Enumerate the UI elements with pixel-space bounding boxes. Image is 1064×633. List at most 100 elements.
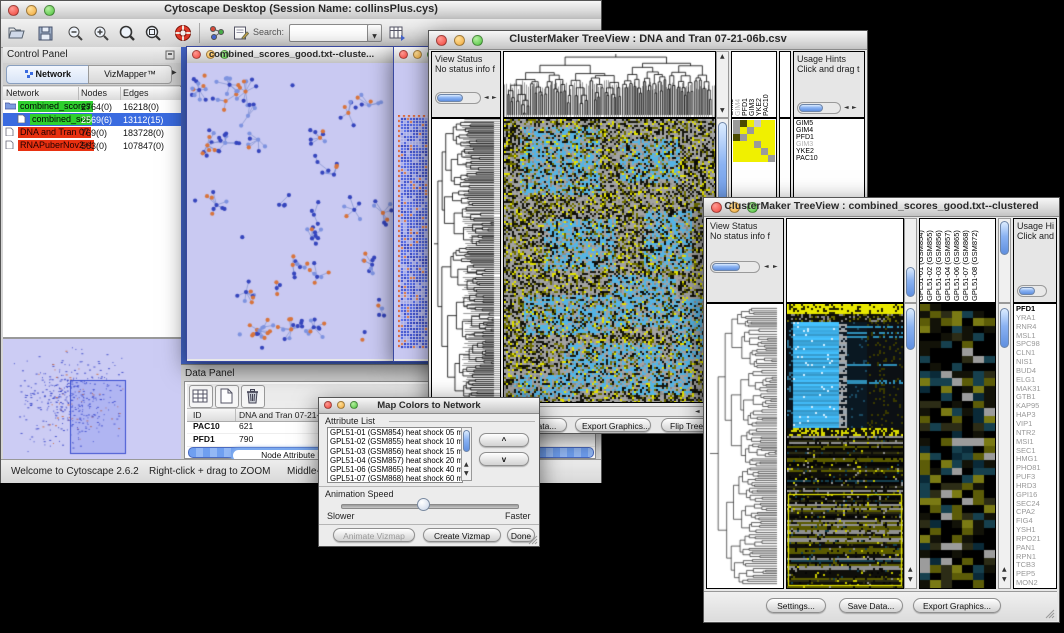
tv1-column-dendrogram[interactable] bbox=[504, 52, 715, 117]
network-tree-row[interactable]: combined_sco2569(6)13112(15) bbox=[3, 113, 181, 126]
network-window-titlebar[interactable]: combined_scores_good.txt--cluste... bbox=[187, 47, 396, 64]
tv1-column-label: PAC10 bbox=[762, 56, 771, 116]
minimize-button[interactable] bbox=[413, 50, 422, 59]
network-view-canvas[interactable] bbox=[187, 63, 394, 359]
col-network[interactable]: Network bbox=[6, 88, 39, 98]
attribute-list-item[interactable]: GPL51-07 (GSM868) heat shock 60 min bbox=[328, 474, 462, 483]
main-titlebar[interactable]: Cytoscape Desktop (Session Name: collins… bbox=[1, 1, 601, 20]
new-attribute-button[interactable] bbox=[215, 385, 239, 408]
close-button[interactable] bbox=[399, 50, 408, 59]
scroll-left-icon[interactable]: ◄ bbox=[764, 264, 769, 270]
tab-vizmapper[interactable]: VizMapper™ bbox=[88, 65, 172, 84]
tv2-vscrollbar2[interactable]: ▲ ▼ bbox=[998, 303, 1011, 589]
heatmap-cell bbox=[761, 127, 768, 134]
tab-vizmapper-label: VizMapper™ bbox=[104, 69, 156, 79]
trash-icon bbox=[246, 388, 259, 404]
float-panel-icon[interactable] bbox=[165, 50, 175, 60]
zoom-fit-button[interactable] bbox=[141, 22, 165, 44]
network-tree-row[interactable]: RNAPuberNov2+!563(0)107847(0) bbox=[3, 139, 181, 152]
network-overview-canvas[interactable] bbox=[4, 340, 180, 459]
vizmap-button[interactable] bbox=[205, 22, 229, 44]
scroll-left-icon[interactable]: ◄ bbox=[484, 95, 489, 101]
scroll-right-icon[interactable]: ► bbox=[852, 105, 857, 111]
tv1-gene-label[interactable]: GIM4 bbox=[794, 127, 864, 134]
attribute-list-scrollbar[interactable]: ▲ ▼ bbox=[461, 427, 472, 481]
tv2-save-data-button[interactable]: Save Data... bbox=[839, 598, 903, 613]
scroll-left-icon[interactable]: ◄ bbox=[844, 105, 849, 111]
animation-speed-slider-track[interactable] bbox=[341, 504, 519, 509]
search-dropdown-button[interactable]: ▼ bbox=[367, 24, 382, 42]
resize-grip-icon[interactable] bbox=[1044, 608, 1055, 619]
heatmap-cell bbox=[740, 155, 747, 162]
tv1-gene-label[interactable]: YKE2 bbox=[794, 148, 864, 155]
attribute-listbox[interactable]: GPL51-01 (GSM854) heat shock 05 minGPL51… bbox=[327, 427, 463, 483]
zoom-in-button[interactable] bbox=[89, 22, 113, 44]
select-attributes-button[interactable] bbox=[189, 385, 213, 408]
network-view-window: combined_scores_good.txt--cluste... bbox=[186, 46, 397, 362]
save-session-button[interactable] bbox=[33, 22, 57, 44]
tv2-row-dendrogram[interactable] bbox=[707, 304, 783, 588]
tv1-gene-label[interactable]: PAC10 bbox=[794, 155, 864, 162]
col-edges[interactable]: Edges bbox=[123, 88, 149, 98]
open-file-button[interactable] bbox=[5, 22, 29, 44]
delete-attribute-button[interactable] bbox=[241, 385, 265, 408]
tv1-top-scroll-strip[interactable]: ▲ ▼ bbox=[716, 51, 729, 118]
datapanel-col-id[interactable]: ID bbox=[193, 410, 202, 420]
gene-id: PFD1 bbox=[193, 434, 215, 444]
attribute-list-item[interactable]: GPL51-04 (GSM857) heat shock 20 min bbox=[328, 456, 462, 465]
tv1-export-graphics-button[interactable]: Export Graphics... bbox=[575, 418, 651, 432]
tv2-column-label: GPL51-06 (GSM865) bbox=[952, 218, 961, 301]
col-nodes[interactable]: Nodes bbox=[81, 88, 107, 98]
tv1-global-heatmap[interactable] bbox=[504, 119, 715, 402]
treeview2-titlebar[interactable]: ClusterMaker TreeView : combined_scores_… bbox=[704, 198, 1059, 217]
tv2-global-heatmap[interactable] bbox=[787, 304, 903, 588]
tv1-gene-label[interactable]: GIM3 bbox=[794, 141, 864, 148]
tv1-gene-label[interactable]: PFD1 bbox=[794, 134, 864, 141]
tv1-usage-hints-panel: Usage Hints Click and drag t ◄ ► bbox=[793, 51, 865, 118]
animation-speed-slider-thumb[interactable] bbox=[417, 498, 430, 511]
attribute-list-item[interactable]: GPL51-01 (GSM854) heat shock 05 min bbox=[328, 428, 462, 437]
attribute-list-item[interactable]: GPL51-02 (GSM855) heat shock 10 min bbox=[328, 437, 462, 446]
attribute-list-item[interactable]: GPL51-03 (GSM856) heat shock 15 min bbox=[328, 447, 462, 456]
tv2-export-graphics-button[interactable]: Export Graphics... bbox=[913, 598, 1001, 613]
tv2-top-scrollbar2[interactable] bbox=[998, 218, 1011, 303]
tv2-vscrollbar[interactable]: ▲ ▼ bbox=[904, 303, 917, 589]
search-input[interactable] bbox=[289, 24, 369, 42]
network-tree-row[interactable]: DNA and Tran 07769(0)183728(0) bbox=[3, 126, 181, 139]
treeview1-titlebar[interactable]: ClusterMaker TreeView : DNA and Tran 07-… bbox=[429, 31, 867, 50]
animate-vizmap-button[interactable]: Animate Vizmap bbox=[333, 528, 415, 542]
tv1-status-scrollbar[interactable] bbox=[435, 92, 481, 104]
network-tree-row[interactable]: combined_scores2764(0)16218(0) bbox=[3, 100, 181, 113]
tv2-settings-button[interactable]: Settings... bbox=[766, 598, 826, 613]
tv2-status-scrollbar[interactable] bbox=[710, 261, 760, 273]
control-panel: Control Panel Network VizMapper™ ▶ Netwo… bbox=[3, 47, 181, 459]
network-nodes-count: 2764(0) bbox=[81, 102, 112, 112]
move-up-button[interactable]: ^ bbox=[479, 433, 529, 447]
annotation-button[interactable] bbox=[229, 22, 253, 44]
open-folder-icon bbox=[8, 26, 26, 40]
tv1-zoom-heatmap[interactable] bbox=[733, 120, 775, 162]
import-table-button[interactable] bbox=[385, 22, 409, 44]
tab-network[interactable]: Network bbox=[6, 65, 90, 84]
tv2-column-label: GPL51-03 (GSM856) bbox=[934, 218, 943, 301]
dialog-titlebar[interactable]: Map Colors to Network bbox=[319, 398, 539, 414]
tv1-hints-scrollbar[interactable] bbox=[797, 102, 841, 114]
tv2-top-scrollbar[interactable] bbox=[904, 218, 917, 303]
heatmap-cell bbox=[733, 127, 740, 134]
scroll-right-icon[interactable]: ► bbox=[773, 264, 778, 270]
tv1-row-dendrogram[interactable] bbox=[432, 119, 500, 402]
tv2-zoom-heatmap[interactable] bbox=[920, 304, 995, 588]
help-button[interactable] bbox=[171, 22, 195, 44]
create-vizmap-button[interactable]: Create Vizmap bbox=[423, 528, 501, 542]
tv1-gene-label[interactable]: GIM5 bbox=[794, 120, 864, 127]
network-edges-count: 13112(15) bbox=[123, 115, 163, 125]
tv2-gene-label[interactable]: MON2 bbox=[1014, 579, 1056, 588]
tab-overflow-button[interactable]: ▶ bbox=[172, 70, 177, 76]
zoom-selected-button[interactable] bbox=[115, 22, 139, 44]
scroll-right-icon[interactable]: ► bbox=[492, 95, 497, 101]
resize-grip-icon[interactable] bbox=[528, 535, 538, 545]
zoom-out-button[interactable] bbox=[63, 22, 87, 44]
move-down-button[interactable]: v bbox=[479, 452, 529, 466]
attribute-list-item[interactable]: GPL51-06 (GSM865) heat shock 40 min bbox=[328, 465, 462, 474]
tv2-hints-scrollbar[interactable] bbox=[1017, 285, 1047, 297]
